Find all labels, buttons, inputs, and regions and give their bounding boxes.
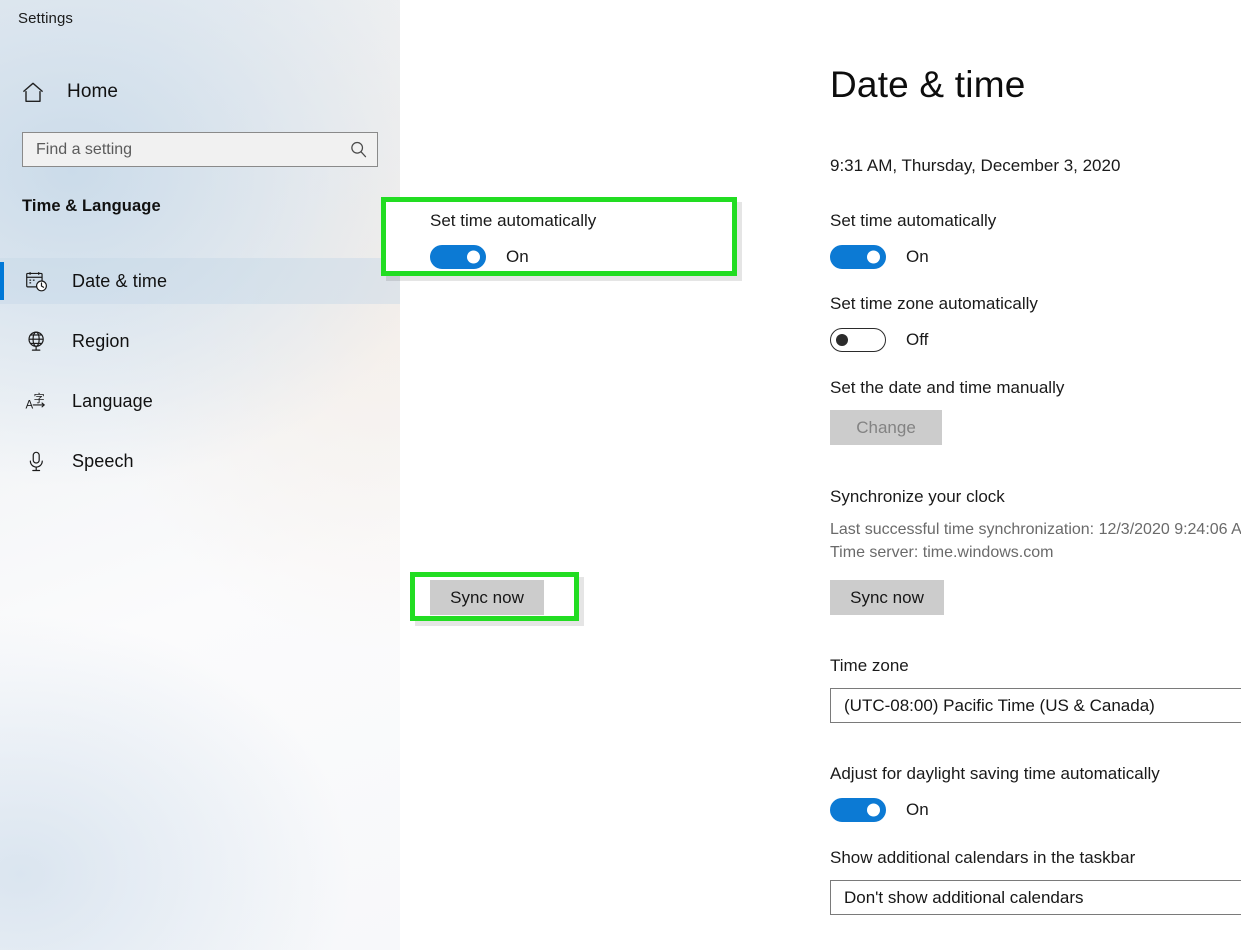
svg-text:字: 字: [33, 390, 44, 404]
set-time-automatically-label-overlay: Set time automatically: [430, 211, 597, 230]
toggle-state-label: Off: [906, 330, 929, 349]
sidebar-nav: Date & time Region A 字 Language Speech: [0, 258, 400, 498]
set-time-automatically-toggle-overlay[interactable]: On: [430, 245, 529, 269]
settings-window: Settings Home Time & Language: [0, 0, 1241, 950]
calendar-clock-icon: [22, 270, 50, 293]
sidebar-item-home[interactable]: Home: [16, 75, 376, 109]
change-button[interactable]: Change: [830, 410, 942, 445]
home-icon: [21, 81, 51, 104]
sidebar: Settings Home Time & Language: [0, 0, 400, 950]
sidebar-item-label: Region: [72, 330, 130, 351]
toggle-switch-on[interactable]: [430, 245, 486, 269]
synchronize-heading: Synchronize your clock: [830, 487, 1005, 506]
sync-now-button-overlay[interactable]: Sync now: [430, 580, 544, 615]
toggle-state-label: On: [906, 247, 929, 266]
sidebar-item-language[interactable]: A 字 Language: [0, 378, 400, 424]
sidebar-category-heading: Time & Language: [22, 197, 161, 215]
sidebar-item-region[interactable]: Region: [0, 318, 400, 364]
sidebar-item-speech[interactable]: Speech: [0, 438, 400, 484]
toggle-state-label: On: [506, 247, 529, 266]
time-zone-label: Time zone: [830, 656, 909, 675]
app-title: Settings: [18, 10, 73, 27]
time-server-text: Time server: time.windows.com: [830, 544, 1054, 561]
time-zone-value: (UTC-08:00) Pacific Time (US & Canada): [844, 695, 1155, 715]
search-icon[interactable]: [349, 140, 368, 159]
page-title: Date & time: [828, 62, 1042, 111]
toggle-switch-on[interactable]: [830, 798, 886, 822]
set-manually-label: Set the date and time manually: [830, 378, 1065, 397]
last-sync-text: Last successful time synchronization: 12…: [830, 521, 1241, 538]
set-timezone-automatically-label: Set time zone automatically: [830, 294, 1038, 313]
sidebar-item-label: Speech: [72, 450, 134, 471]
set-time-automatically-toggle[interactable]: On: [830, 245, 929, 269]
toggle-switch-off[interactable]: [830, 328, 886, 352]
additional-calendars-value: Don't show additional calendars: [844, 887, 1084, 907]
additional-calendars-dropdown[interactable]: Don't show additional calendars: [830, 880, 1241, 915]
time-zone-dropdown[interactable]: (UTC-08:00) Pacific Time (US & Canada): [830, 688, 1241, 723]
translate-icon: A 字: [22, 390, 50, 413]
sidebar-home-label: Home: [67, 81, 119, 102]
set-timezone-automatically-toggle[interactable]: Off: [830, 328, 928, 352]
search-input[interactable]: [36, 140, 343, 159]
set-time-automatically-label: Set time automatically: [830, 211, 997, 230]
toggle-switch-on[interactable]: [830, 245, 886, 269]
toggle-state-label: On: [906, 800, 929, 819]
search-box[interactable]: [22, 132, 378, 167]
daylight-saving-toggle[interactable]: On: [830, 798, 929, 822]
svg-text:A: A: [25, 399, 33, 411]
sidebar-item-label: Date & time: [72, 270, 168, 291]
daylight-saving-label: Adjust for daylight saving time automati…: [830, 764, 1160, 783]
main-content: Current date and time Date & time 9:31 A…: [400, 0, 1241, 950]
sidebar-item-date-time[interactable]: Date & time: [0, 258, 400, 304]
sync-now-button[interactable]: Sync now: [830, 580, 944, 615]
microphone-icon: [22, 450, 50, 473]
sidebar-item-label: Language: [72, 390, 153, 411]
additional-calendars-label: Show additional calendars in the taskbar: [830, 848, 1136, 867]
globe-icon: [22, 330, 50, 353]
current-datetime-value: 9:31 AM, Thursday, December 3, 2020: [830, 156, 1121, 175]
